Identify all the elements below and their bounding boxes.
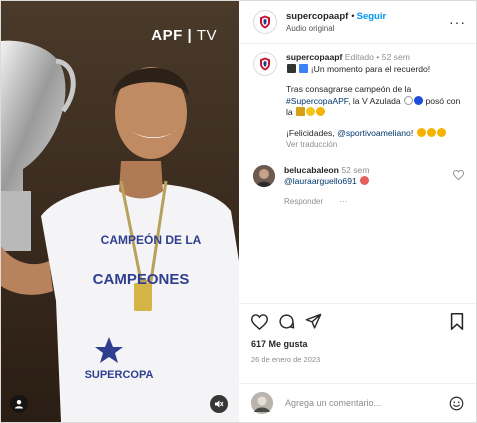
caption-username[interactable]: supercopaapf xyxy=(286,52,342,62)
audio-label[interactable]: Audio original xyxy=(286,23,386,35)
shirt-text-1: CAMPEÓN DE LA xyxy=(101,232,202,247)
caption-avatar[interactable] xyxy=(253,52,277,76)
caption-line-1: ¡Un momento para el recuerdo! xyxy=(310,63,431,74)
star-emoji-icon xyxy=(306,107,316,116)
current-user-avatar xyxy=(251,392,273,414)
shirt-text-2: CAMPEONES xyxy=(93,271,190,288)
instagram-post: CAMPEÓN DE LA CAMPEONES SUPERCOPA APF | … xyxy=(0,0,477,423)
translate-link[interactable]: Ver traducción xyxy=(286,139,464,151)
comment-more-icon[interactable]: ··· xyxy=(339,197,347,206)
user-tag-icon[interactable] xyxy=(10,395,28,413)
clapper-emoji-icon xyxy=(287,63,296,73)
caption-line-3: ¡Felicidades, xyxy=(286,127,335,138)
post-actions: 617 Me gusta 26 de enero de 2023 xyxy=(239,303,476,383)
likes-count[interactable]: 617 Me gusta xyxy=(251,339,464,349)
add-comment-bar xyxy=(239,383,476,422)
smile-emoji-icon xyxy=(316,107,326,116)
comment-mention[interactable]: @lauraarguello691 xyxy=(284,176,357,186)
edited-label: Editado xyxy=(344,52,374,62)
mute-icon[interactable] xyxy=(210,395,228,413)
comments-section: supercopaapf Editado • 52 sem ¡Un moment… xyxy=(239,44,476,303)
heart-icon[interactable] xyxy=(251,313,268,330)
shirt-text-3: SUPERCOPA xyxy=(85,369,154,381)
more-options-icon[interactable]: ··· xyxy=(449,14,466,30)
follow-button[interactable]: Seguir xyxy=(357,11,387,22)
hashtag-link[interactable]: #SupercopaAPF xyxy=(286,96,348,106)
down-arrow-emoji-icon xyxy=(299,63,309,73)
emoji-icon[interactable] xyxy=(449,396,464,411)
comment-icon[interactable] xyxy=(278,313,295,330)
avatar[interactable] xyxy=(253,10,277,34)
commenter-username[interactable]: belucabaleon xyxy=(284,165,339,175)
post-image[interactable]: CAMPEÓN DE LA CAMPEONES SUPERCOPA APF | … xyxy=(1,1,239,422)
comment-like-heart-icon[interactable] xyxy=(453,169,464,180)
clap-emoji-icon xyxy=(436,127,446,137)
bookmark-icon[interactable] xyxy=(450,313,464,330)
caption-line-2: Tras consagrarse campeón de la xyxy=(286,84,412,94)
blue-circle-emoji-icon xyxy=(414,95,424,105)
white-circle-emoji-icon xyxy=(404,95,414,105)
username[interactable]: supercopaapf xyxy=(286,11,348,22)
trophy-emoji-icon xyxy=(296,107,306,116)
separator: • xyxy=(351,11,355,22)
reply-button[interactable]: Responder xyxy=(284,197,323,206)
commenter-avatar[interactable] xyxy=(253,164,275,187)
comment: belucabaleon 52 sem @lauraarguello691 Re… xyxy=(253,164,464,208)
post-date[interactable]: 26 de enero de 2023 xyxy=(251,355,464,364)
mention-link[interactable]: @sportivoameliano xyxy=(337,128,411,138)
post-header: supercopaapf • Seguir Audio original ··· xyxy=(239,1,476,44)
caption: supercopaapf Editado • 52 sem ¡Un moment… xyxy=(253,52,464,151)
post-sidebar: supercopaapf • Seguir Audio original ··· s… xyxy=(239,1,476,422)
photo-scene: CAMPEÓN DE LA CAMPEONES SUPERCOPA xyxy=(1,1,239,422)
clap-emoji-icon xyxy=(416,127,426,137)
supercopa-logo-icon xyxy=(260,57,270,71)
share-icon[interactable] xyxy=(305,313,322,330)
comment-input[interactable] xyxy=(283,397,449,409)
comment-time[interactable]: 52 sem xyxy=(341,165,369,175)
caption-time[interactable]: 52 sem xyxy=(382,52,410,62)
clap-emoji-icon xyxy=(426,127,436,137)
apf-tv-watermark: APF | TV xyxy=(151,27,217,44)
heart-eyes-emoji-icon xyxy=(360,176,370,185)
supercopa-logo-icon xyxy=(260,15,270,29)
